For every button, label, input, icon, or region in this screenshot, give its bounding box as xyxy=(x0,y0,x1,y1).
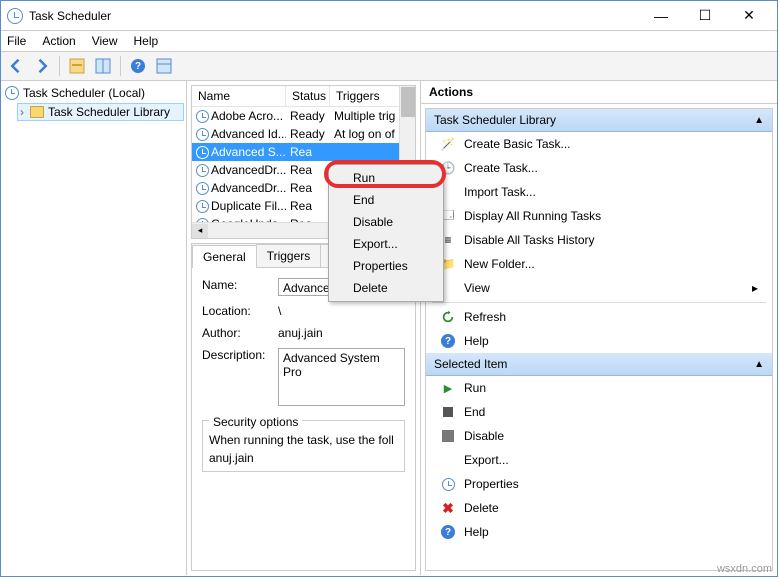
action-export[interactable]: Export... xyxy=(426,448,772,472)
ctx-export[interactable]: Export... xyxy=(331,233,441,255)
location-value: \ xyxy=(278,304,405,318)
toolbar-split-icon[interactable] xyxy=(92,55,114,77)
ctx-delete[interactable]: Delete xyxy=(331,277,441,299)
security-options: Security options When running the task, … xyxy=(202,420,405,472)
ctx-run[interactable]: Run xyxy=(331,167,441,189)
action-disable-history[interactable]: ≡Disable All Tasks History xyxy=(426,228,772,252)
run-icon: ▶ xyxy=(440,380,456,396)
clock-icon xyxy=(196,182,209,195)
task-row[interactable]: Advanced Id...ReadyAt log on of xyxy=(192,125,415,143)
minimize-button[interactable]: — xyxy=(639,2,683,30)
action-help[interactable]: ?Help xyxy=(426,329,772,353)
tree-root[interactable]: Task Scheduler (Local) xyxy=(3,85,184,101)
action-end[interactable]: End xyxy=(426,400,772,424)
menu-action[interactable]: Action xyxy=(42,33,75,49)
watermark: wsxdn.com xyxy=(717,563,772,575)
task-row[interactable]: Adobe Acro...ReadyMultiple trig xyxy=(192,107,415,125)
end-icon xyxy=(440,404,456,420)
forward-icon[interactable] xyxy=(31,55,53,77)
col-status[interactable]: Status xyxy=(286,86,330,106)
action-help-2[interactable]: ?Help xyxy=(426,520,772,544)
close-button[interactable]: ✕ xyxy=(727,2,771,30)
actions-header: Actions xyxy=(421,81,777,104)
menu-view[interactable]: View xyxy=(92,33,118,49)
action-view[interactable]: View▸ xyxy=(426,276,772,300)
clock-icon xyxy=(196,110,209,123)
section-selected[interactable]: Selected Item ▲ xyxy=(426,353,772,376)
collapse-icon: ▲ xyxy=(754,115,764,126)
back-icon[interactable] xyxy=(5,55,27,77)
folder-icon xyxy=(30,106,44,118)
toolbar: ? xyxy=(1,51,777,81)
toolbar-help-icon[interactable]: ? xyxy=(127,55,149,77)
tree-root-label: Task Scheduler (Local) xyxy=(23,86,145,100)
ctx-disable[interactable]: Disable xyxy=(331,211,441,233)
tab-general[interactable]: General xyxy=(192,245,257,268)
refresh-icon xyxy=(440,309,456,325)
maximize-button[interactable]: ☐ xyxy=(683,2,727,30)
security-text-2: anuj.jain xyxy=(209,451,398,465)
description-field[interactable]: Advanced System Pro xyxy=(278,348,405,406)
action-new-folder[interactable]: 📁New Folder... xyxy=(426,252,772,276)
ctx-properties[interactable]: Properties xyxy=(331,255,441,277)
action-import-task[interactable]: Import Task... xyxy=(426,180,772,204)
action-display-running[interactable]: 🗔Display All Running Tasks xyxy=(426,204,772,228)
action-properties[interactable]: Properties xyxy=(426,472,772,496)
expand-icon[interactable]: › xyxy=(20,105,24,119)
author-label: Author: xyxy=(202,326,272,340)
tree-item-library[interactable]: › Task Scheduler Library xyxy=(17,103,184,121)
action-create-basic-task[interactable]: 🪄Create Basic Task... xyxy=(426,132,772,156)
wand-icon: 🪄 xyxy=(440,136,456,152)
description-label: Description: xyxy=(202,348,272,362)
tree-library-label: Task Scheduler Library xyxy=(48,105,170,119)
action-disable[interactable]: Disable xyxy=(426,424,772,448)
titlebar: Task Scheduler — ☐ ✕ xyxy=(1,1,777,31)
security-text-1: When running the task, use the foll xyxy=(209,433,398,447)
location-label: Location: xyxy=(202,304,272,318)
clock-icon xyxy=(5,86,19,100)
collapse-icon: ▲ xyxy=(754,359,764,370)
context-menu: Run End Disable Export... Properties Del… xyxy=(328,164,444,302)
window-title: Task Scheduler xyxy=(29,9,111,23)
col-name[interactable]: Name xyxy=(192,86,286,106)
author-value: anuj.jain xyxy=(278,326,405,340)
tab-triggers[interactable]: Triggers xyxy=(256,244,322,267)
actions-pane: Actions Task Scheduler Library ▲ 🪄Create… xyxy=(421,81,777,575)
toolbar-show-hide-icon[interactable] xyxy=(66,55,88,77)
clock-icon xyxy=(196,146,209,159)
disable-icon xyxy=(440,428,456,444)
action-refresh[interactable]: Refresh xyxy=(426,305,772,329)
delete-icon: ✖ xyxy=(440,500,456,516)
clock-icon xyxy=(196,164,209,177)
menu-help[interactable]: Help xyxy=(134,33,159,49)
section-library[interactable]: Task Scheduler Library ▲ xyxy=(426,109,772,132)
properties-icon xyxy=(440,476,456,492)
name-label: Name: xyxy=(202,278,272,292)
clock-icon xyxy=(196,200,209,213)
menu-file[interactable]: File xyxy=(7,33,26,49)
menubar: File Action View Help xyxy=(1,31,777,51)
help-icon: ? xyxy=(440,524,456,540)
action-run[interactable]: ▶Run xyxy=(426,376,772,400)
help-icon: ? xyxy=(440,333,456,349)
task-row-selected[interactable]: Advanced S...Rea xyxy=(192,143,415,161)
center-pane: Name Status Triggers Adobe Acro...ReadyM… xyxy=(187,81,421,575)
action-delete[interactable]: ✖Delete xyxy=(426,496,772,520)
export-icon xyxy=(440,452,456,468)
clock-icon xyxy=(196,218,209,223)
toolbar-properties-icon[interactable] xyxy=(153,55,175,77)
clock-icon xyxy=(196,128,209,141)
ctx-end[interactable]: End xyxy=(331,189,441,211)
app-icon xyxy=(7,8,23,24)
security-legend: Security options xyxy=(209,415,302,429)
submenu-arrow-icon: ▸ xyxy=(752,281,758,295)
tree-pane: Task Scheduler (Local) › Task Scheduler … xyxy=(1,81,187,575)
action-create-task[interactable]: 🕒Create Task... xyxy=(426,156,772,180)
